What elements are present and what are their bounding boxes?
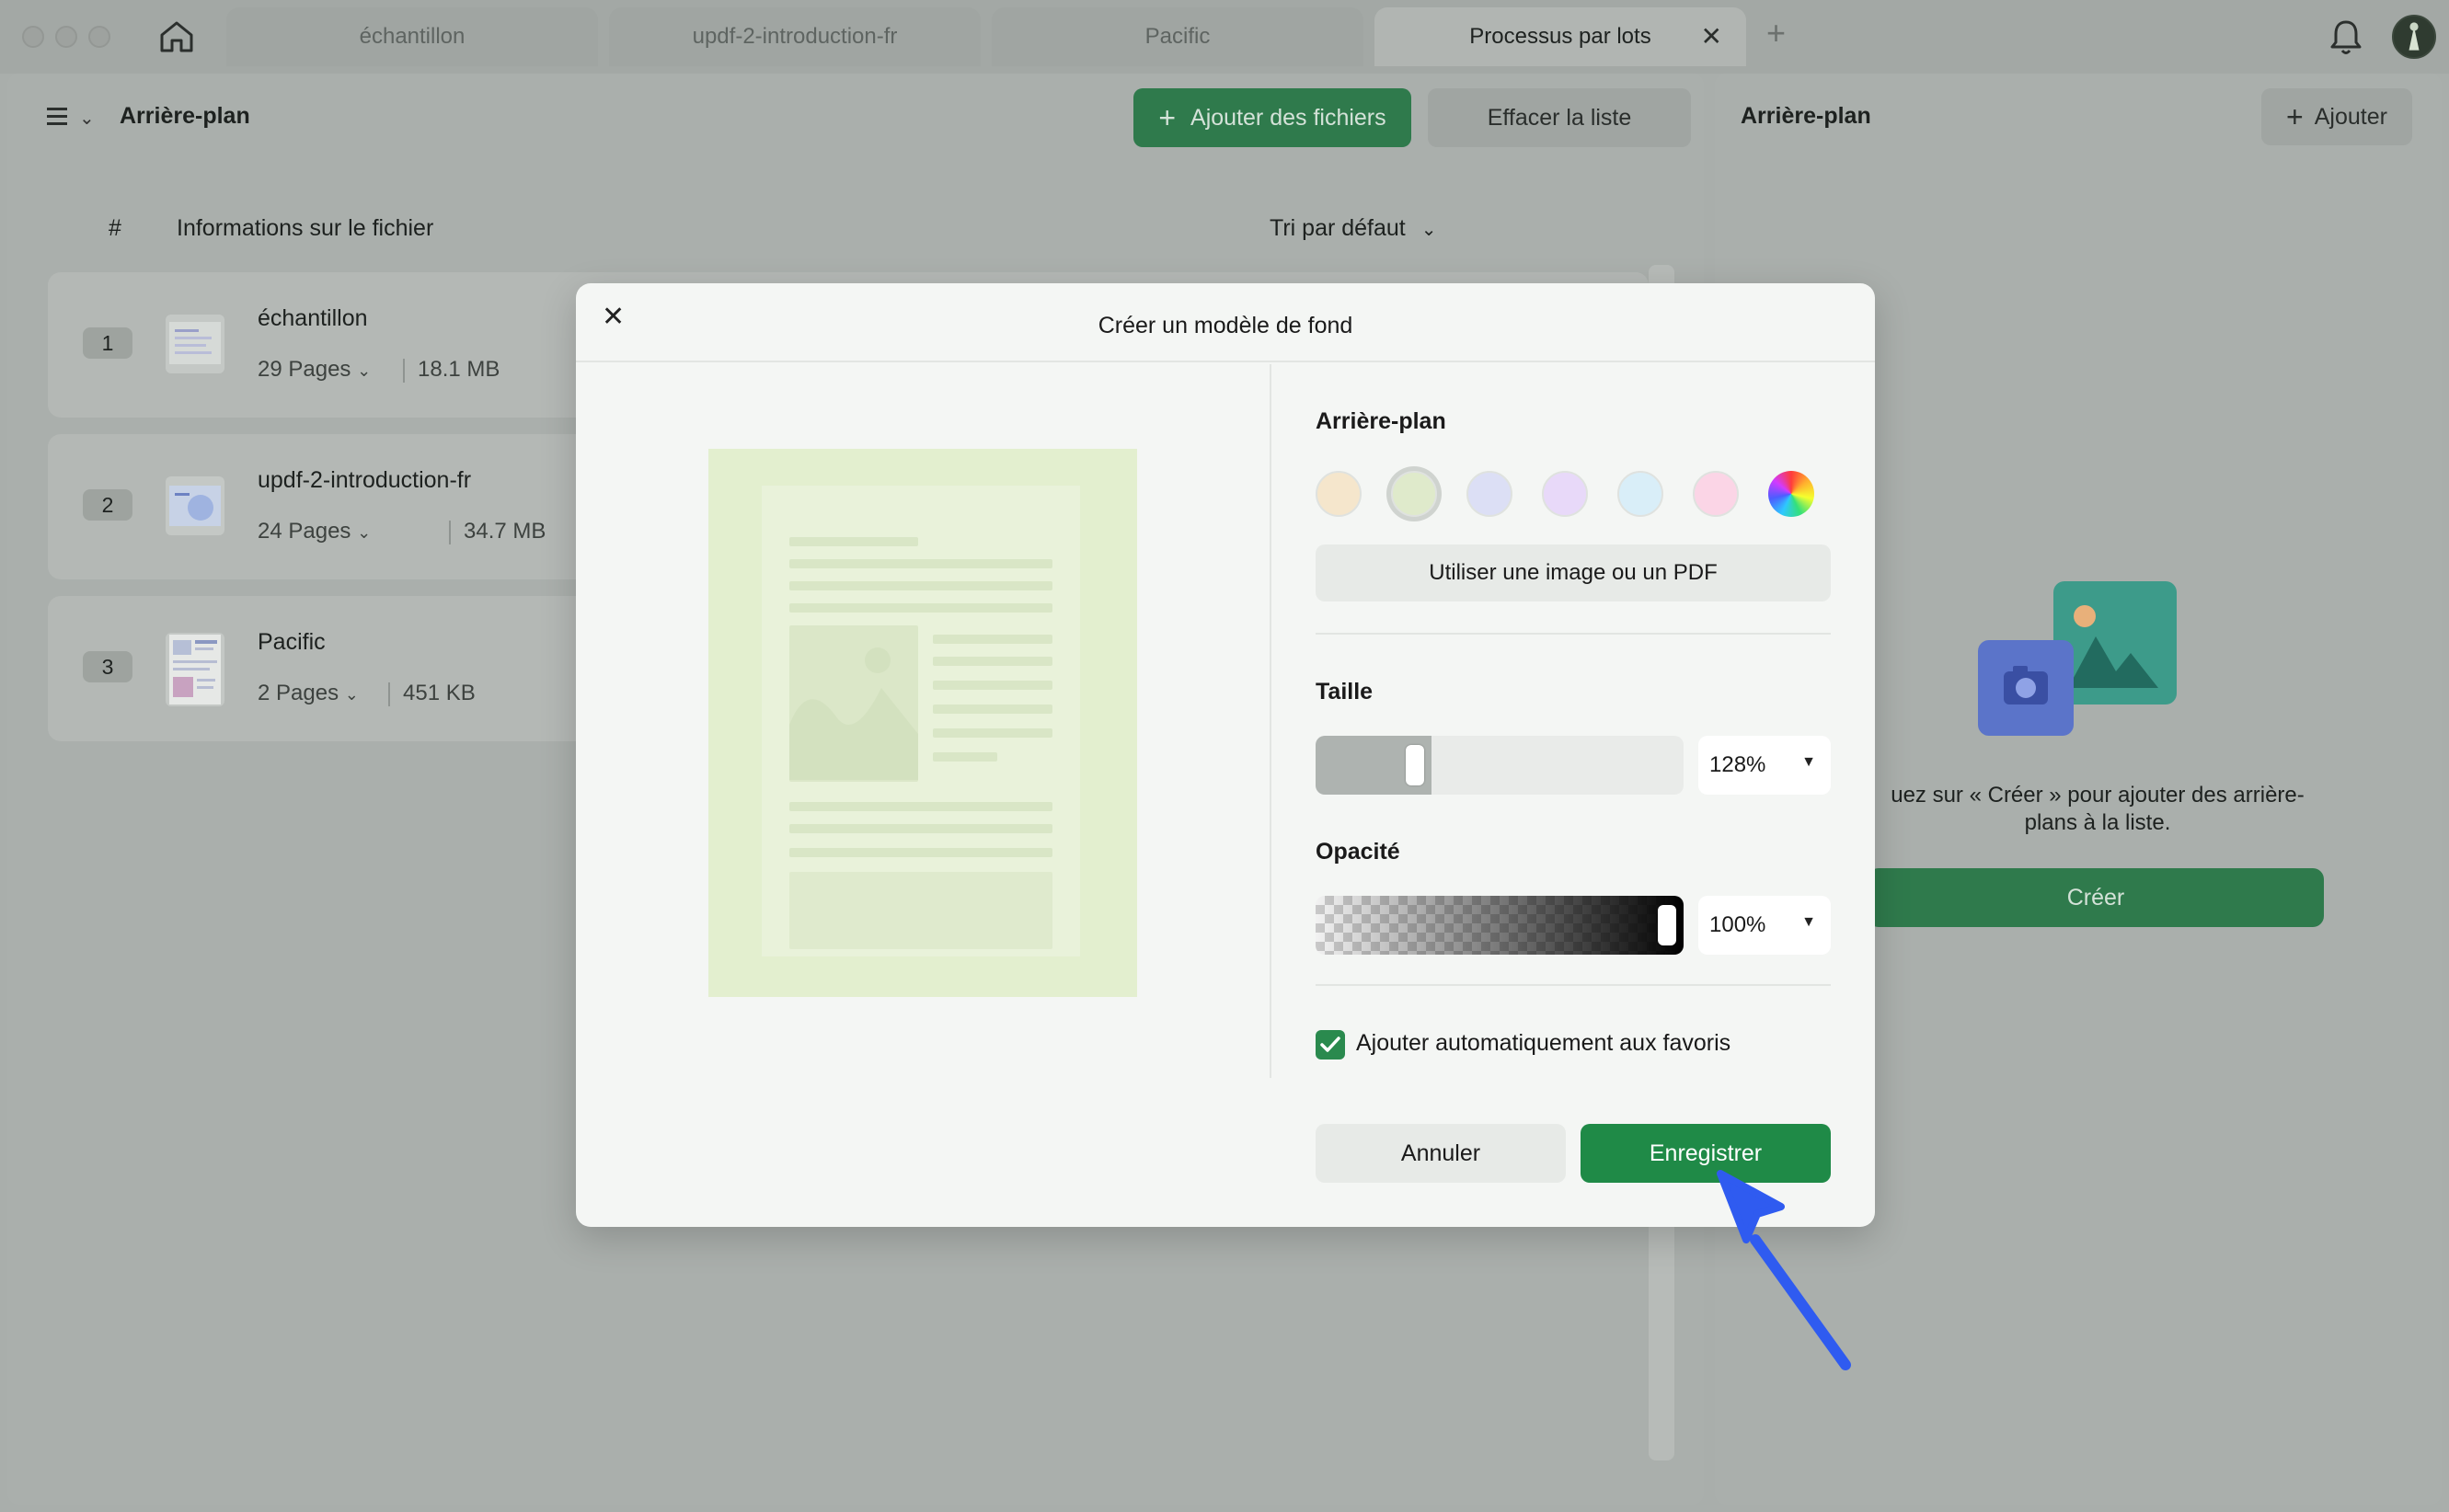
file-thumbnail [166, 476, 224, 535]
new-tab-icon[interactable]: + [1766, 17, 1786, 50]
menu-icon[interactable] [44, 103, 72, 131]
page-count: 24 Pages [258, 519, 351, 544]
opacity-value-select[interactable]: 100% ▼ [1698, 896, 1831, 955]
empty-state-illustration [1978, 581, 2177, 736]
file-size: 451 KB [403, 681, 476, 705]
add-background-button[interactable]: + Ajouter [2261, 88, 2412, 145]
image-placeholder-icon [789, 647, 918, 780]
chevron-down-icon: ⌄ [344, 685, 359, 704]
background-section-label: Arrière-plan [1316, 408, 1446, 434]
divider [449, 521, 451, 544]
dropdown-arrow-icon: ▼ [1801, 914, 1816, 930]
tab-label: updf-2-introduction-fr [692, 24, 898, 49]
page-count-dropdown[interactable]: 24 Pages ⌄ [258, 519, 371, 544]
close-tab-icon[interactable]: ✕ [1701, 24, 1722, 50]
add-label: Ajouter [2314, 103, 2387, 130]
chevron-down-icon: ⌄ [357, 361, 372, 380]
create-background-dialog: ✕ Créer un modèle de fond Arrière-plan U… [576, 283, 1875, 1227]
color-swatch-lavender[interactable] [1542, 471, 1588, 517]
divider [1316, 633, 1831, 635]
tab-label: échantillon [359, 24, 466, 49]
user-avatar[interactable] [2392, 15, 2436, 59]
size-section-label: Taille [1316, 679, 1374, 704]
tab-updf-introduction[interactable]: updf-2-introduction-fr [609, 7, 981, 66]
color-picker-icon[interactable] [1768, 471, 1814, 517]
file-size: 18.1 MB [418, 357, 500, 382]
size-value: 128% [1709, 752, 1766, 777]
color-swatch-pink[interactable] [1693, 471, 1739, 517]
tab-batch-process[interactable]: Processus par lots ✕ [1374, 7, 1746, 66]
pointer-arrow-annotation [1717, 1170, 1851, 1370]
size-slider[interactable] [1316, 736, 1684, 795]
divider [1270, 364, 1271, 1078]
tab-label: Processus par lots [1469, 24, 1651, 49]
cancel-button[interactable]: Annuler [1316, 1124, 1566, 1183]
size-slider-thumb[interactable] [1405, 745, 1424, 785]
page-count: 2 Pages [258, 681, 339, 705]
file-number: 2 [83, 489, 132, 521]
tab-echantillon[interactable]: échantillon [226, 7, 598, 66]
window-minimize-button[interactable] [55, 26, 77, 48]
file-number: 3 [83, 651, 132, 682]
color-swatch-sky[interactable] [1617, 471, 1663, 517]
background-preview [708, 449, 1137, 997]
file-thumbnail [166, 315, 224, 373]
create-button[interactable]: Créer [1868, 868, 2324, 927]
chevron-down-icon[interactable]: ⌄ [79, 107, 95, 130]
window-close-button[interactable] [22, 26, 44, 48]
file-size: 34.7 MB [464, 519, 546, 544]
tab-label: Pacific [1144, 24, 1211, 49]
page-count-dropdown[interactable]: 29 Pages ⌄ [258, 357, 371, 383]
notification-bell-icon[interactable] [2328, 17, 2364, 57]
chevron-down-icon: ⌄ [357, 523, 372, 542]
page-count-dropdown[interactable]: 2 Pages ⌄ [258, 681, 359, 706]
checkmark-icon [1320, 1037, 1340, 1052]
file-name: échantillon [258, 305, 368, 331]
chevron-down-icon: ⌄ [1420, 220, 1437, 240]
sort-dropdown[interactable]: Tri par défaut ⌄ [1270, 215, 1436, 242]
use-image-or-pdf-button[interactable]: Utiliser une image ou un PDF [1316, 544, 1831, 601]
add-files-button[interactable]: + Ajouter des fichiers [1133, 88, 1411, 147]
dialog-title: Créer un modèle de fond [1098, 313, 1353, 338]
opacity-slider-thumb[interactable] [1658, 905, 1676, 945]
color-swatch-green[interactable] [1391, 471, 1437, 517]
file-name: updf-2-introduction-fr [258, 467, 472, 493]
opacity-section-label: Opacité [1316, 839, 1400, 865]
plus-icon: + [1158, 101, 1177, 134]
panel-title: Arrière-plan [1741, 103, 1871, 129]
opacity-slider[interactable] [1316, 896, 1684, 955]
panel-title: Arrière-plan [120, 103, 250, 129]
color-swatch-peach[interactable] [1316, 471, 1362, 517]
dropdown-arrow-icon: ▼ [1801, 754, 1816, 770]
opacity-value: 100% [1709, 912, 1766, 937]
column-header-number: # [109, 215, 121, 241]
empty-state-text: uez sur « Créer » pour ajouter des arriè… [1891, 783, 2305, 835]
file-thumbnail [166, 633, 224, 706]
divider [403, 359, 405, 383]
add-files-label: Ajouter des fichiers [1190, 104, 1386, 131]
window-zoom-button[interactable] [88, 26, 110, 48]
plus-icon: + [2286, 100, 2304, 133]
divider [388, 682, 390, 706]
sort-label: Tri par défaut [1270, 215, 1406, 241]
add-to-favorites-checkbox[interactable] [1316, 1030, 1345, 1060]
size-value-select[interactable]: 128% ▼ [1698, 736, 1831, 795]
file-name: Pacific [258, 629, 326, 655]
tab-pacific[interactable]: Pacific [992, 7, 1363, 66]
page-count: 29 Pages [258, 357, 351, 382]
column-header-file-info: Informations sur le fichier [177, 215, 434, 241]
color-swatch-blue[interactable] [1466, 471, 1512, 517]
divider [1316, 984, 1831, 986]
file-number: 1 [83, 327, 132, 359]
home-icon[interactable] [156, 18, 197, 55]
preview-page [762, 486, 1080, 956]
add-to-favorites-label: Ajouter automatiquement aux favoris [1356, 1030, 1731, 1056]
clear-list-button[interactable]: Effacer la liste [1428, 88, 1691, 147]
